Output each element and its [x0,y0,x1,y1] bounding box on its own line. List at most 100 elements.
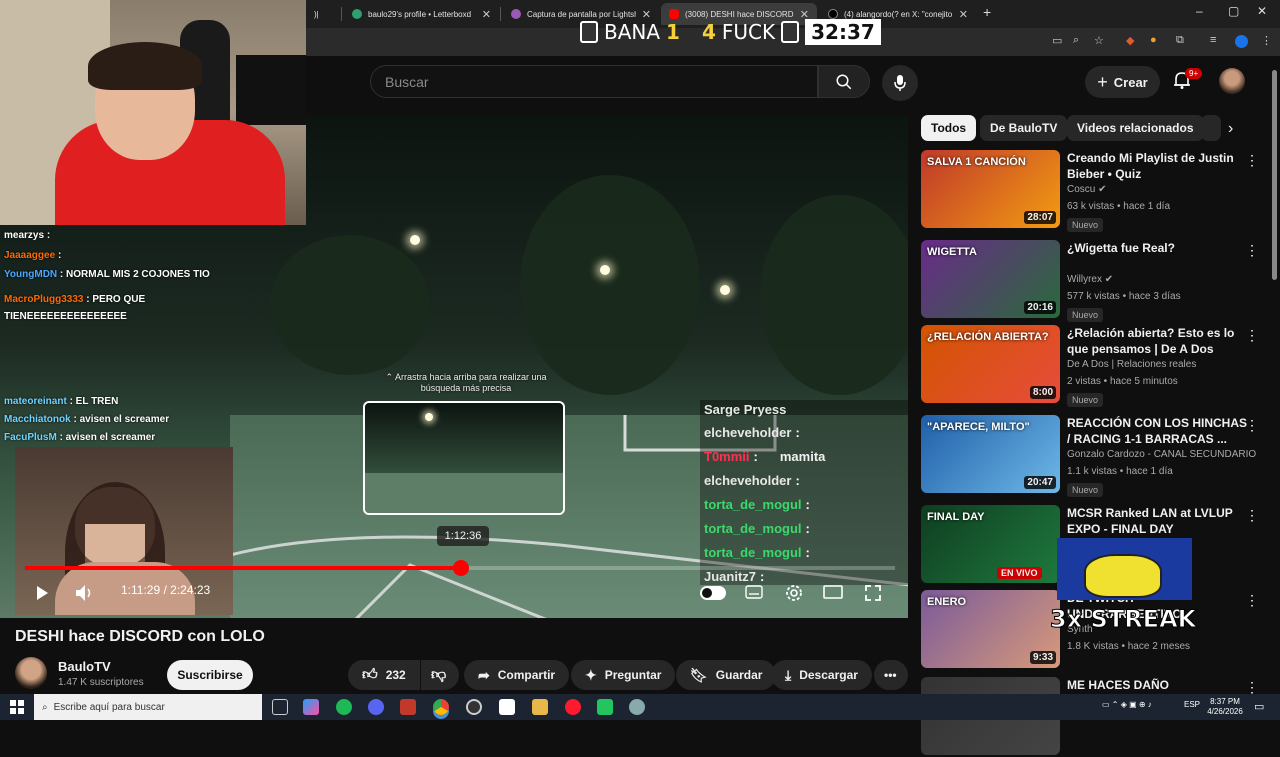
ask-button[interactable]: ✦ Preguntar [571,660,676,690]
more-vertical-icon[interactable]: ⋮ [1245,592,1259,609]
tab-letterboxd[interactable]: baulo29's profile • Letterboxd ✕ [344,3,499,25]
chip-all[interactable]: Todos [921,115,977,141]
clock[interactable]: 8:37 PM 4/26/2026 [1205,697,1245,717]
settings-gear-icon[interactable] [784,583,804,603]
close-tab-icon[interactable]: ✕ [482,8,491,21]
taskbar-search[interactable]: ⌕ Escribe aquí para buscar [34,694,262,720]
verified-check-icon: ✔ [1102,274,1114,285]
voice-search-button[interactable] [882,65,918,101]
page-scrollbar[interactable] [1272,70,1277,280]
save-button[interactable]: 🔖︎ Guardar [676,660,777,690]
close-tab-icon[interactable]: ✕ [959,8,968,21]
share-button[interactable]: ➦ Compartir [464,660,570,690]
more-vertical-icon[interactable]: ⋮ [1245,417,1259,434]
windows-start-icon[interactable] [10,700,24,714]
autoplay-toggle[interactable] [700,586,726,600]
recommended-channel[interactable]: Willyrex ✔ [1067,274,1113,285]
channel-avatar[interactable] [15,657,47,689]
extension-icon[interactable]: ◆ [1126,34,1134,47]
recommended-channel[interactable]: Coscu ✔ [1067,184,1107,195]
minimize-button[interactable]: – [1196,4,1203,18]
more-actions-button[interactable]: ••• [874,660,908,690]
play-icon[interactable] [34,585,50,601]
video-thumbnail[interactable]: "APARECE, MILTO" 20:47 [921,415,1060,493]
kick-icon[interactable] [597,699,613,715]
recommended-video-title[interactable]: Creando Mi Playlist de Justin Bieber • Q… [1067,150,1247,182]
spotify-icon[interactable] [336,699,352,715]
close-window-button[interactable]: ✕ [1257,4,1267,18]
reading-list-icon[interactable]: ≡ [1210,34,1216,46]
more-vertical-icon[interactable]: ⋮ [1245,327,1259,344]
download-button[interactable]: ⤓ Descargar [771,660,872,690]
theater-mode-icon[interactable] [823,585,843,599]
bookmark-star-icon[interactable]: ☆ [1094,34,1104,47]
taskbar-search-placeholder: Escribe aquí para buscar [53,701,165,713]
scrubber-handle[interactable] [452,560,469,576]
app-icon[interactable] [629,699,645,715]
video-thumbnail[interactable]: FINAL DAY EN VIVO [921,505,1060,583]
user-avatar[interactable] [1219,68,1245,94]
task-view-icon[interactable] [272,699,288,715]
recommended-video[interactable]: "APARECE, MILTO" 20:47 REACCIÓN CON LOS HI… [921,415,1271,497]
tab-partial[interactable]: )| [306,3,338,25]
chat-username: MacroPlugg3333 [4,294,84,305]
recommended-meta: 1.1 k vistas • hace 1 día [1067,466,1173,477]
chat-message: YoungMDN : NORMAL MIS 2 COJONES TIO [4,269,210,280]
recommended-video-title[interactable]: ME HACES DAÑO [1067,677,1247,693]
create-button[interactable]: + Crear [1085,66,1160,98]
cast-icon[interactable]: ▭ [1052,34,1062,47]
chat-message: elcheveholder: [704,473,800,488]
search-button[interactable] [818,65,870,98]
chat-text: : [805,497,810,512]
recommended-channel[interactable]: De A Dos | Relaciones reales [1067,359,1196,370]
maximize-button[interactable]: ▢ [1228,4,1239,18]
recommended-channel[interactable]: Gonzalo Cardozo - CANAL SECUNDARIO [1067,449,1256,460]
progress-bar[interactable] [25,560,895,576]
recommended-video[interactable]: ¿RELACIÓN ABIERTA? 8:00 ¿Relación abierta?… [921,325,1271,407]
volume-icon[interactable] [75,584,95,602]
youtube-favicon-icon [669,9,679,19]
subtitles-icon[interactable] [745,585,763,599]
subscribe-button[interactable]: Suscribirse [167,660,253,690]
current-time: 1:11:29 [121,583,161,597]
fullscreen-icon[interactable] [865,585,881,601]
more-vertical-icon[interactable]: ⋮ [1245,242,1259,259]
tray-icons[interactable]: ▭ ⌃ ◈ ▣ ⊕ ♪ [1102,700,1152,709]
obs-icon[interactable] [466,699,482,715]
opera-icon[interactable] [565,699,581,715]
video-thumbnail[interactable]: ENERO 9:33 [921,590,1060,668]
discord-icon[interactable] [368,699,384,715]
channel-name[interactable]: BauloTV [58,659,111,674]
file-explorer-icon[interactable] [532,699,548,715]
profile-icon[interactable] [1235,35,1248,48]
recommended-video-title[interactable]: ¿Wigetta fue Real? [1067,240,1247,256]
language-indicator[interactable]: ESP [1184,700,1200,709]
chip-related[interactable]: Videos relacionados [1067,115,1204,141]
chevron-right-icon[interactable]: › [1228,120,1233,138]
menu-kebab-icon[interactable]: ⋮ [1261,34,1272,47]
chat-message: TIENEEEEEEEEEEEEEEE [4,311,127,322]
video-thumbnail[interactable]: SALVA 1 CANCIÓN 28:07 [921,150,1060,228]
recommended-video-title[interactable]: REACCIÓN CON LOS HINCHAS / RACING 1-1 BA… [1067,415,1247,447]
extension-icon[interactable]: ● [1150,34,1157,46]
recommended-video-title[interactable]: ¿Relación abierta? Esto es lo que pensam… [1067,325,1247,357]
zoom-icon[interactable]: ⌕ [1073,34,1079,47]
app-icon[interactable] [499,699,515,715]
app-icon[interactable] [400,699,416,715]
notification-center-icon[interactable]: ▭ [1254,700,1264,713]
recommended-video[interactable]: SALVA 1 CANCIÓN 28:07 Creando Mi Playlist … [921,150,1271,232]
video-thumbnail[interactable]: ¿RELACIÓN ABIERTA? 8:00 [921,325,1060,403]
chat-username: YoungMDN [4,269,58,280]
recommended-video[interactable]: WIGETTA 20:16 ¿Wigetta fue Real? Willyrex ✔… [921,240,1271,322]
copilot-icon[interactable] [303,699,319,715]
like-button[interactable]: 👍︎ 232 [348,660,420,690]
video-thumbnail[interactable]: WIGETTA 20:16 [921,240,1060,318]
more-vertical-icon[interactable]: ⋮ [1245,152,1259,169]
dislike-button[interactable]: 👎︎ [421,660,459,690]
chip-from-channel[interactable]: De BauloTV [980,115,1068,141]
new-tab-button[interactable]: + [983,4,991,20]
more-vertical-icon[interactable]: ⋮ [1245,507,1259,524]
extensions-puzzle-icon[interactable]: ⧉ [1176,34,1184,47]
search-input[interactable]: Buscar [370,65,818,98]
chrome-icon[interactable] [433,699,449,715]
